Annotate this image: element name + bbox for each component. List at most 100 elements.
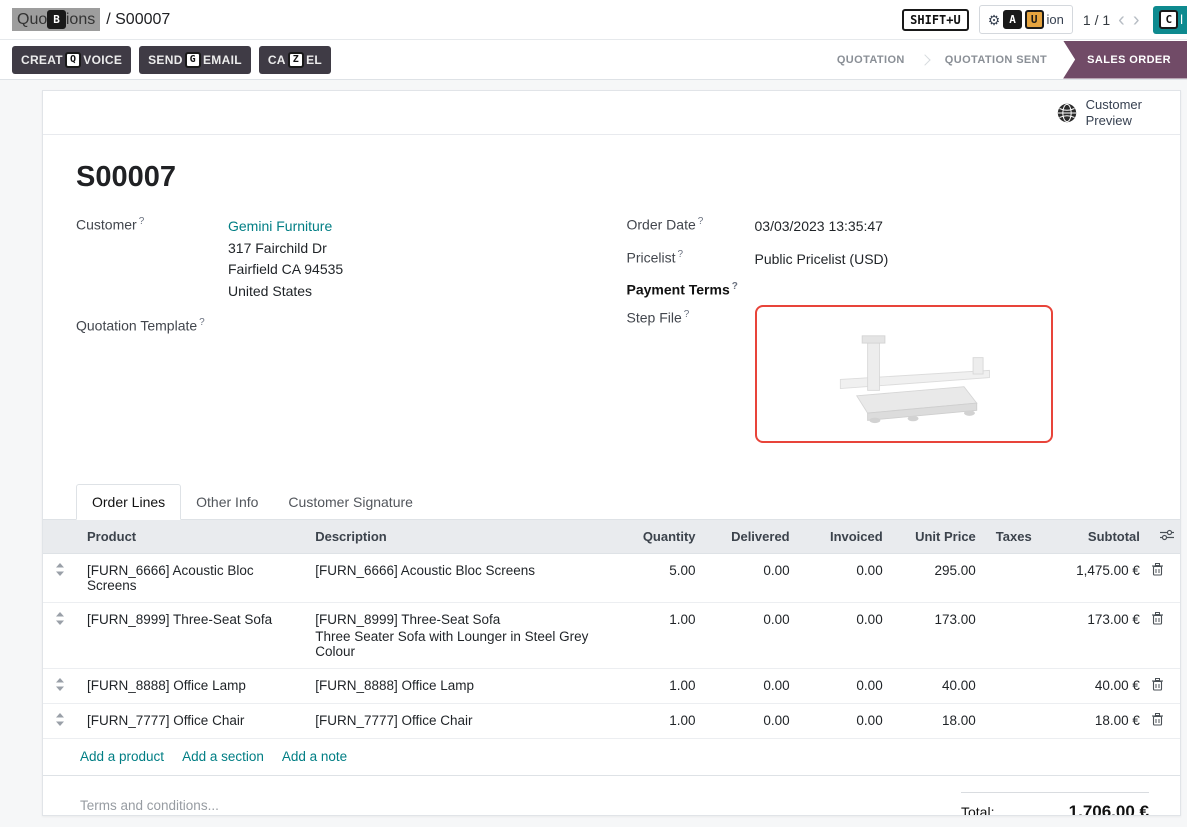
cell-product[interactable]: [FURN_8999] Three-Seat Sofa <box>77 603 305 669</box>
table-row[interactable]: [FURN_8888] Office Lamp [FURN_8888] Offi… <box>43 669 1180 704</box>
customer-preview-label: Customer Preview <box>1086 97 1142 128</box>
drag-handle-icon[interactable] <box>55 612 65 625</box>
delete-row-icon[interactable] <box>1152 563 1163 576</box>
field-group-right: Order Date? 03/03/2023 13:35:47 Pricelis… <box>627 216 1148 454</box>
page-title: S00007 <box>43 135 1180 216</box>
customer-preview-button[interactable]: Customer Preview <box>1057 97 1142 128</box>
top-navbar: QuoBions / S00007 SHIFT+U ⚙ A U ion 1 / … <box>0 0 1187 40</box>
cell-taxes[interactable] <box>986 704 1036 739</box>
total-block: Total: 1,706.00 € <box>961 792 1149 816</box>
terms-and-conditions-field[interactable]: Terms and conditions... <box>80 792 219 813</box>
description-line: [FURN_7777] Office Chair <box>315 713 605 728</box>
breadcrumb-parent-pre: Quo <box>17 11 47 29</box>
cell-product[interactable]: [FURN_6666] Acoustic Bloc Screens <box>77 554 305 603</box>
cell-taxes[interactable] <box>986 554 1036 603</box>
status-pipeline: QUOTATION QUOTATION SENT SALES ORDER <box>821 40 1187 79</box>
cell-product[interactable]: [FURN_7777] Office Chair <box>77 704 305 739</box>
stage-quotation-sent[interactable]: QUOTATION SENT <box>929 54 1063 66</box>
field-groups: Customer? Gemini Furniture 317 Fairchild… <box>43 216 1180 454</box>
cell-quantity[interactable]: 5.00 <box>615 554 705 603</box>
header-options <box>1150 520 1180 554</box>
pager-previous-icon[interactable]: ‹ <box>1118 10 1125 30</box>
tab-customer-signature[interactable]: Customer Signature <box>273 485 428 519</box>
action-label-rest: ion <box>1047 12 1064 27</box>
description-line: Three Seater Sofa with Lounger in Steel … <box>315 629 605 659</box>
cell-product[interactable]: [FURN_8888] Office Lamp <box>77 669 305 704</box>
cell-delivered[interactable]: 0.00 <box>706 704 800 739</box>
drag-handle-icon[interactable] <box>55 713 65 726</box>
cancel-button[interactable]: CAZEL <box>259 46 331 74</box>
order-date-value[interactable]: 03/03/2023 13:35:47 <box>755 216 1148 238</box>
stage-sales-order[interactable]: SALES ORDER <box>1063 41 1187 79</box>
cell-description[interactable]: [FURN_8888] Office Lamp <box>305 669 615 704</box>
help-icon: ? <box>678 249 684 260</box>
cell-unit-price[interactable]: 295.00 <box>893 554 986 603</box>
cell-delivered[interactable]: 0.00 <box>706 603 800 669</box>
drag-handle-icon[interactable] <box>55 678 65 691</box>
cell-description[interactable]: [FURN_8999] Three-Seat SofaThree Seater … <box>305 603 615 669</box>
tab-other-info[interactable]: Other Info <box>181 485 273 519</box>
cell-taxes[interactable] <box>986 603 1036 669</box>
customer-link[interactable]: Gemini Furniture <box>228 218 332 234</box>
breadcrumb-quotations[interactable]: QuoBions <box>12 8 100 31</box>
cell-invoiced[interactable]: 0.00 <box>800 704 893 739</box>
cell-description[interactable]: [FURN_6666] Acoustic Bloc Screens <box>305 554 615 603</box>
order-lines-table: Product Description Quantity Delivered I… <box>43 520 1180 739</box>
cell-delivered[interactable]: 0.00 <box>706 554 800 603</box>
action-menu-button[interactable]: ⚙ A U ion <box>979 5 1073 34</box>
breadcrumb-parent-post: ions <box>66 11 95 29</box>
step-file-image[interactable] <box>755 305 1053 443</box>
cell-quantity[interactable]: 1.00 <box>615 603 705 669</box>
quotation-template-label: Quotation Template? <box>76 317 228 334</box>
pricelist-value[interactable]: Public Pricelist (USD) <box>755 249 1148 271</box>
create-invoice-button[interactable]: CREATQVOICE <box>12 46 131 74</box>
header-subtotal: Subtotal <box>1036 520 1150 554</box>
cell-quantity[interactable]: 1.00 <box>615 704 705 739</box>
table-row[interactable]: [FURN_6666] Acoustic Bloc Screens [FURN_… <box>43 554 1180 603</box>
cell-quantity[interactable]: 1.00 <box>615 669 705 704</box>
add-product-link[interactable]: Add a product <box>80 749 164 764</box>
optional-columns-icon[interactable] <box>1160 529 1174 541</box>
delete-row-icon[interactable] <box>1152 678 1163 691</box>
table-row[interactable]: [FURN_7777] Office Chair [FURN_7777] Off… <box>43 704 1180 739</box>
cell-unit-price[interactable]: 18.00 <box>893 704 986 739</box>
globe-icon <box>1057 103 1077 123</box>
customer-value: Gemini Furniture 317 Fairchild Dr Fairfi… <box>228 216 597 303</box>
pricelist-field-row: Pricelist? Public Pricelist (USD) <box>627 249 1148 271</box>
add-section-link[interactable]: Add a section <box>182 749 264 764</box>
delete-row-icon[interactable] <box>1152 612 1163 625</box>
table-header-row: Product Description Quantity Delivered I… <box>43 520 1180 554</box>
drag-handle-icon[interactable] <box>55 563 65 576</box>
tab-order-lines[interactable]: Order Lines <box>76 484 181 520</box>
field-group-left: Customer? Gemini Furniture 317 Fairchild… <box>76 216 597 454</box>
cell-unit-price[interactable]: 173.00 <box>893 603 986 669</box>
new-button[interactable]: Cl <box>1153 6 1187 34</box>
pager-next-icon[interactable]: › <box>1133 10 1140 30</box>
send-email-button[interactable]: SENDGEMAIL <box>139 46 251 74</box>
cell-subtotal: 1,475.00 € <box>1036 554 1150 603</box>
cell-invoiced[interactable]: 0.00 <box>800 603 893 669</box>
stage-quotation[interactable]: QUOTATION <box>821 54 921 66</box>
cell-invoiced[interactable]: 0.00 <box>800 669 893 704</box>
cell-delivered[interactable]: 0.00 <box>706 669 800 704</box>
sheet-footer: Terms and conditions... Total: 1,706.00 … <box>43 776 1180 816</box>
kbd-hint-b: B <box>47 10 66 29</box>
table-row[interactable]: [FURN_8999] Three-Seat Sofa [FURN_8999] … <box>43 603 1180 669</box>
help-icon: ? <box>684 309 690 320</box>
new-button-label-rest: l <box>1180 12 1183 27</box>
kbd-hint-q: Q <box>65 52 81 68</box>
order-date-field-row: Order Date? 03/03/2023 13:35:47 <box>627 216 1148 238</box>
cell-taxes[interactable] <box>986 669 1036 704</box>
cell-invoiced[interactable]: 0.00 <box>800 554 893 603</box>
kbd-hint-z: Z <box>288 52 304 68</box>
cell-description[interactable]: [FURN_7777] Office Chair <box>305 704 615 739</box>
pager: 1 / 1 ‹ › <box>1083 10 1140 30</box>
cancel-label-post: EL <box>306 53 322 67</box>
delete-row-icon[interactable] <box>1152 713 1163 726</box>
send-email-label-pre: SEND <box>148 53 183 67</box>
cell-unit-price[interactable]: 40.00 <box>893 669 986 704</box>
header-unit-price: Unit Price <box>893 520 986 554</box>
header-quantity: Quantity <box>615 520 705 554</box>
cell-subtotal: 40.00 € <box>1036 669 1150 704</box>
add-note-link[interactable]: Add a note <box>282 749 347 764</box>
